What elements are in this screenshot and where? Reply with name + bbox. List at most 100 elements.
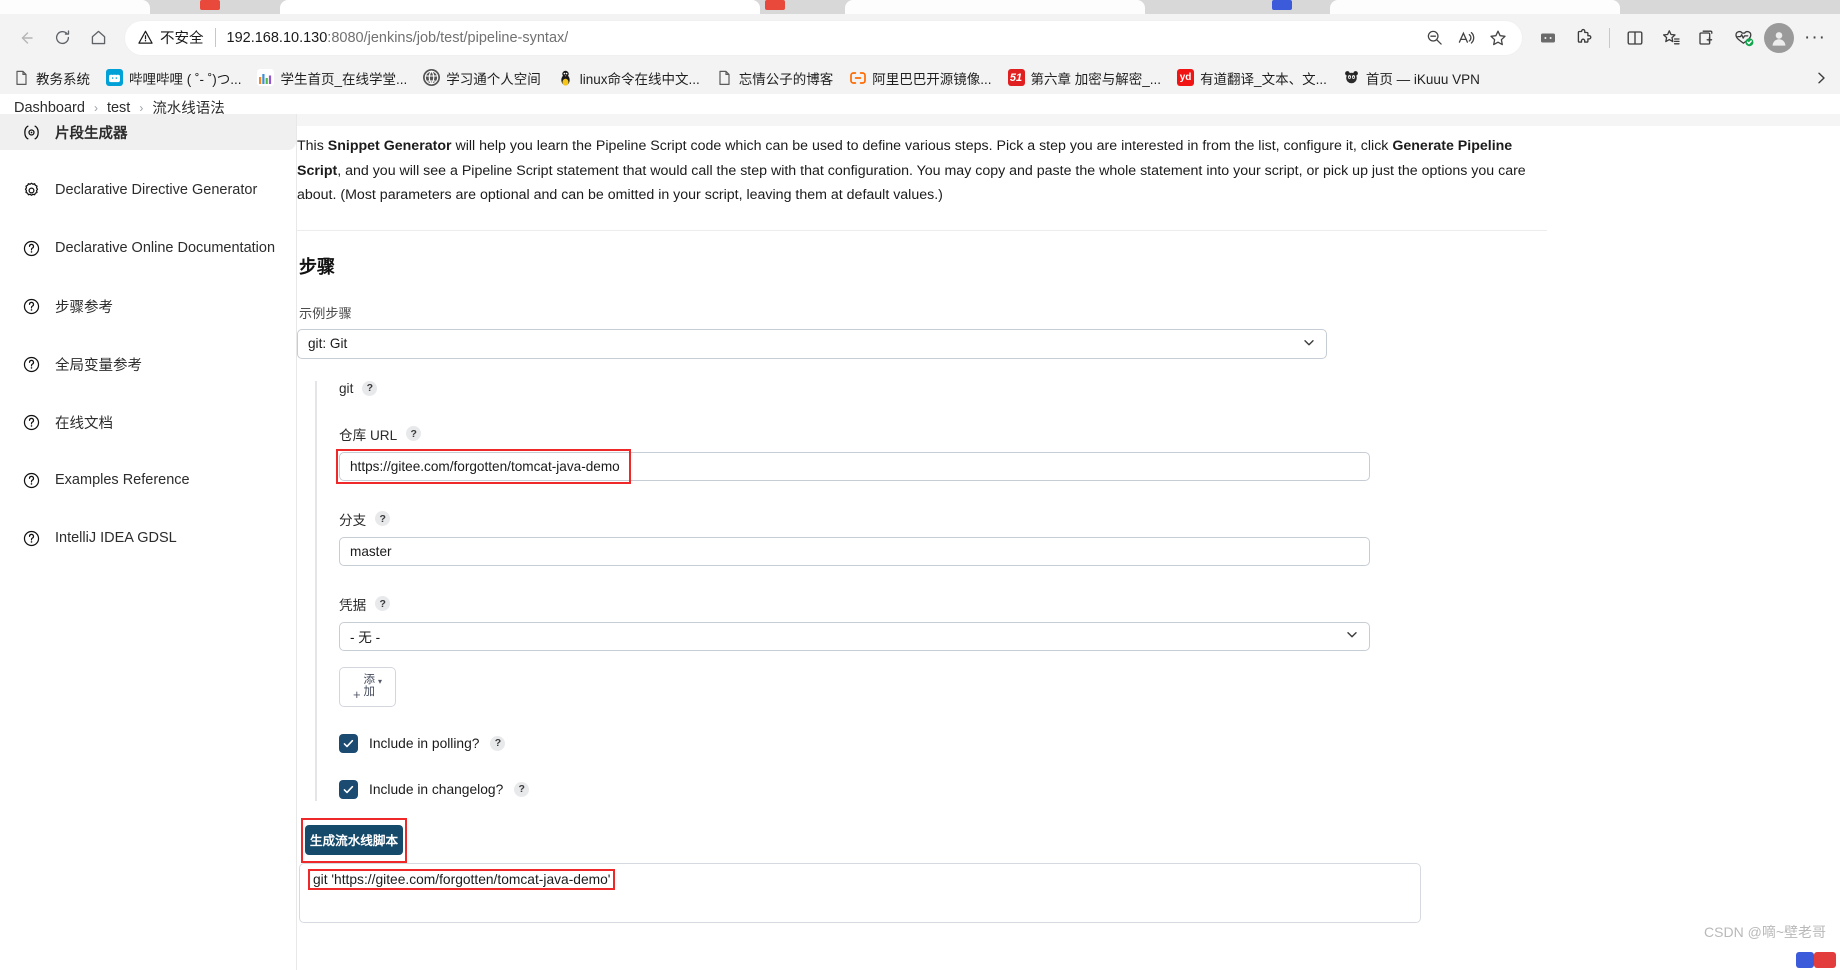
- help-circle-icon: [22, 529, 41, 548]
- bookmark-item[interactable]: 忘情公子的博客: [709, 64, 841, 92]
- repository-url-value: https://gitee.com/forgotten/tomcat-java-…: [350, 458, 620, 474]
- bookmark-label: 哔哩哔哩 ( ˚- ˚)つ...: [129, 71, 242, 87]
- bookmark-item[interactable]: 首页 — iKuuu VPN: [1336, 64, 1487, 92]
- favorites-list-icon[interactable]: [1654, 21, 1688, 55]
- help-circle-icon: [22, 297, 41, 316]
- include-in-changelog-label: Include in changelog?: [369, 781, 504, 797]
- 51cto-icon: 51: [1007, 69, 1025, 86]
- bookmark-item[interactable]: yd 有道翻译_文本、文...: [1170, 64, 1334, 92]
- step-config-block: git ? 仓库 URL ? https://gitee.com/forgott…: [315, 380, 1840, 801]
- read-aloud-icon[interactable]: [1451, 23, 1481, 53]
- url-host: 192.168.10.130: [226, 29, 328, 46]
- profile-avatar[interactable]: [1762, 21, 1796, 55]
- zoom-search-icon[interactable]: [1419, 23, 1449, 53]
- intro-part-2: will help you learn the Pipeline Script …: [451, 138, 1393, 154]
- tab-inactive-2[interactable]: [845, 0, 1145, 14]
- sidebar-item-intellij-idea-gdsl[interactable]: IntelliJ IDEA GDSL: [0, 520, 296, 556]
- bookmark-item[interactable]: 51 第六章 加密与解密_...: [1001, 64, 1169, 92]
- browser-essentials-icon[interactable]: [1618, 21, 1652, 55]
- home-button[interactable]: [80, 20, 116, 56]
- help-icon[interactable]: ?: [490, 735, 506, 751]
- sidebar-item-label: Declarative Directive Generator: [55, 182, 258, 198]
- address-bar[interactable]: 不安全 192.168.10.130:8080/jenkins/job/test…: [124, 19, 1523, 56]
- browser-chrome: 不安全 192.168.10.130:8080/jenkins/job/test…: [0, 0, 1840, 94]
- split-screen-icon[interactable]: [1531, 21, 1565, 55]
- credentials-select[interactable]: - 无 -: [339, 621, 1370, 651]
- bookmark-item[interactable]: 学生首页_在线学堂...: [250, 64, 414, 92]
- bookmark-item[interactable]: 学习通个人空间: [416, 64, 548, 92]
- branch-input[interactable]: master: [339, 536, 1370, 566]
- generate-pipeline-script-button[interactable]: 生成流水线脚本: [305, 824, 403, 855]
- include-in-polling-label: Include in polling?: [369, 735, 480, 751]
- tab-active[interactable]: [280, 0, 760, 14]
- sidebar-item-label: 步骤参考: [55, 299, 113, 316]
- breadcrumb-separator: ›: [93, 100, 98, 115]
- add-credentials-button[interactable]: + 添加 ▾: [339, 666, 396, 707]
- url-text: 192.168.10.130:8080/jenkins/job/test/pip…: [227, 30, 569, 46]
- plus-icon: +: [352, 686, 361, 702]
- bookmark-item[interactable]: linux命令在线中文...: [550, 64, 707, 92]
- watermark-text: CSDN @嘀~壁老哥: [1704, 924, 1826, 940]
- extensions-icon[interactable]: [1567, 21, 1601, 55]
- sidebar-item-label: 在线文档: [55, 415, 113, 432]
- include-in-changelog-row[interactable]: Include in changelog? ?: [339, 779, 1840, 799]
- youdao-icon: yd: [1177, 69, 1195, 86]
- bookmark-item[interactable]: 哔哩哔哩 ( ˚- ˚)つ...: [99, 64, 248, 92]
- include-in-changelog-checkbox[interactable]: [339, 779, 358, 799]
- sample-step-select[interactable]: git: Git: [297, 328, 1327, 359]
- more-options-icon[interactable]: ···: [1798, 21, 1832, 55]
- sidebar-item-global-variable-reference[interactable]: 全局变量参考: [0, 346, 296, 382]
- page-icon: [716, 69, 733, 86]
- bookmark-item[interactable]: 阿里巴巴开源镜像...: [842, 64, 998, 92]
- include-in-polling-row[interactable]: Include in polling? ?: [339, 733, 1840, 753]
- tab-strip[interactable]: [0, 0, 1840, 14]
- credentials-label-text: 凭据: [339, 597, 367, 613]
- gear-brackets-icon: [22, 123, 41, 142]
- help-icon[interactable]: ?: [514, 781, 530, 797]
- chevron-right-icon[interactable]: [1808, 70, 1834, 86]
- security-label: 不安全: [160, 31, 204, 47]
- avatar: [1764, 22, 1794, 53]
- repository-url-input[interactable]: https://gitee.com/forgotten/tomcat-java-…: [339, 451, 1370, 481]
- help-icon[interactable]: ?: [362, 380, 378, 396]
- bookmark-label: 阿里巴巴开源镜像...: [872, 71, 992, 87]
- toolbar-divider: [1609, 27, 1610, 48]
- credentials-value: - 无 -: [350, 630, 381, 646]
- include-in-polling-checkbox[interactable]: [339, 733, 358, 753]
- main-content: This Snippet Generator will help you lea…: [297, 114, 1840, 970]
- help-icon[interactable]: ?: [375, 511, 391, 527]
- generated-script-output[interactable]: git 'https://gitee.com/forgotten/tomcat-…: [299, 862, 1421, 923]
- chevron-down-icon: [1345, 628, 1359, 645]
- back-button[interactable]: [8, 20, 44, 56]
- sidebar-item-declarative-online-documentation[interactable]: Declarative Online Documentation: [0, 230, 296, 266]
- chart-icon: [257, 69, 275, 86]
- watermark: CSDN @嘀~壁老哥: [1704, 922, 1826, 942]
- collections-icon[interactable]: [1690, 21, 1724, 55]
- warning-triangle-icon: [138, 30, 153, 45]
- tab-favicon-2: [765, 0, 785, 10]
- chevron-down-icon: [1302, 335, 1316, 352]
- sidebar-item-examples-reference[interactable]: Examples Reference: [0, 462, 296, 498]
- tab-inactive-3[interactable]: [1330, 0, 1620, 14]
- snippet-generator-intro: This Snippet Generator will help you lea…: [297, 126, 1552, 208]
- star-icon[interactable]: [1483, 23, 1513, 53]
- bookmark-label: 首页 — iKuuu VPN: [1365, 71, 1480, 87]
- globe-icon: [423, 69, 441, 86]
- sidebar-item-declarative-directive-generator[interactable]: Declarative Directive Generator: [0, 172, 296, 208]
- security-indicator[interactable]: 不安全: [138, 27, 204, 48]
- sample-step-label: 示例步骤: [299, 305, 352, 321]
- help-icon[interactable]: ?: [375, 596, 391, 612]
- sidebar-item-snippet-generator[interactable]: 片段生成器: [0, 114, 296, 150]
- sidebar-item-label: Declarative Online Documentation: [55, 240, 276, 256]
- bookmark-item[interactable]: 教务系统: [6, 64, 97, 92]
- help-icon[interactable]: ?: [406, 426, 422, 442]
- sidebar-item-step-reference[interactable]: 步骤参考: [0, 288, 296, 324]
- reload-button[interactable]: [44, 20, 80, 56]
- performance-icon[interactable]: [1726, 21, 1760, 55]
- tab-inactive-1[interactable]: [0, 0, 150, 14]
- sidebar-item-online-documentation[interactable]: 在线文档: [0, 404, 296, 440]
- gear-icon: [22, 181, 41, 200]
